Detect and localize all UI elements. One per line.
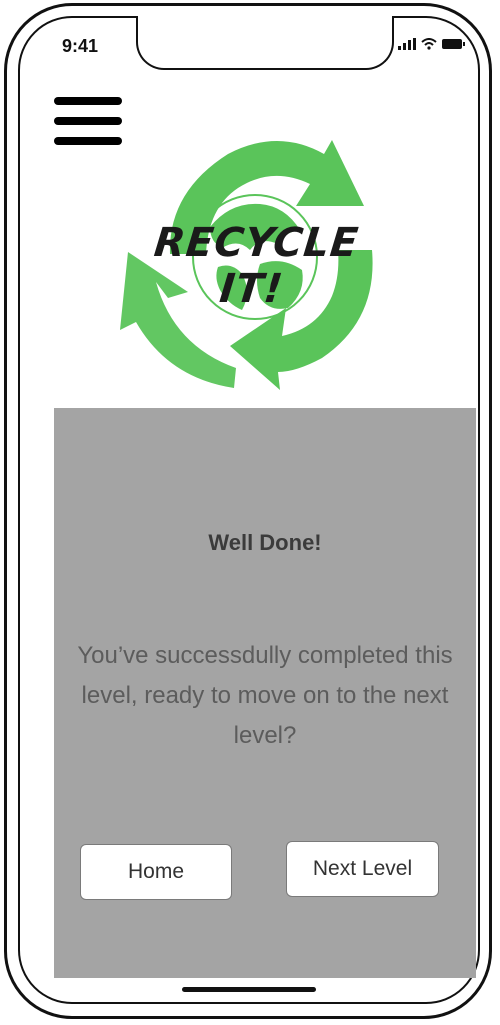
app-logo-title: RECYCLE IT! bbox=[151, 220, 361, 312]
dialog-message: You’ve successdully completed this level… bbox=[77, 642, 453, 749]
phone-notch bbox=[136, 16, 394, 70]
dialog-heading: Well Done! bbox=[208, 530, 322, 555]
next-level-button[interactable]: Next Level bbox=[286, 841, 439, 897]
home-indicator[interactable] bbox=[182, 987, 316, 992]
signal-icon bbox=[398, 38, 416, 50]
status-time: 9:41 bbox=[62, 36, 99, 56]
completion-dialog: Well Done! You’ve successdully completed… bbox=[54, 408, 476, 978]
wifi-icon bbox=[421, 38, 437, 50]
battery-icon bbox=[442, 39, 465, 49]
home-button[interactable]: Home bbox=[80, 844, 232, 900]
status-icons bbox=[398, 38, 465, 50]
